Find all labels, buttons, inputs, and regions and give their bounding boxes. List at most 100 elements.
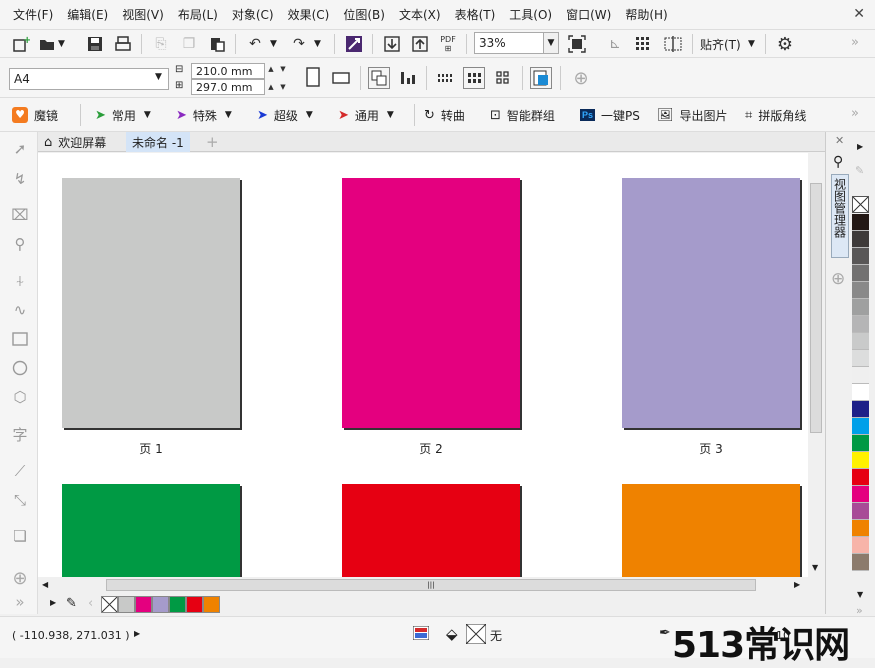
scroll-left-arrow[interactable]: ◀ [42, 580, 48, 589]
super-button[interactable]: ➤ 超级 ▼ [257, 98, 313, 132]
color-swatch[interactable] [852, 248, 869, 265]
page-thumbnail[interactable] [342, 484, 520, 577]
paste-icon[interactable] [206, 33, 228, 55]
page-thumbnail[interactable] [62, 178, 240, 428]
menu-effects[interactable]: 效果(C) [281, 0, 337, 30]
nudge-icon[interactable] [463, 67, 485, 89]
chevron-down-icon[interactable]: ▼ [748, 39, 755, 49]
chevron-double-down-icon[interactable]: » [9, 591, 31, 613]
general-button[interactable]: ➤ 通用 ▼ [338, 98, 394, 132]
chevron-down-icon[interactable]: ▼ [306, 110, 313, 120]
undo-icon[interactable]: ↶ [244, 33, 266, 55]
chevron-down-icon[interactable]: ▼ [314, 39, 321, 49]
palette-menu-arrow[interactable]: ▶ [50, 598, 56, 607]
import-icon[interactable] [381, 33, 403, 55]
color-swatch[interactable] [852, 350, 869, 367]
landscape-icon[interactable] [331, 67, 353, 89]
status-menu-arrow[interactable]: ▶ [134, 629, 140, 638]
pick-tool-icon[interactable]: ➚ [9, 138, 31, 160]
snap-to-dropdown[interactable]: 贴齐(T) [700, 36, 741, 53]
chevron-down-icon[interactable]: ▼ [155, 72, 162, 82]
new-document-icon[interactable]: + [10, 33, 32, 55]
color-swatch[interactable] [852, 537, 869, 554]
color-swatch[interactable] [852, 367, 869, 384]
horizontal-scroll-thumb[interactable]: ||| [106, 579, 756, 591]
duplicate-distance-icon[interactable] [492, 67, 514, 89]
text-tool-icon[interactable]: 字 [9, 423, 31, 445]
imposition-corner-button[interactable]: ⌗ 拼版角线 [745, 98, 806, 132]
export-icon[interactable] [409, 33, 431, 55]
pen-nib-icon[interactable]: ✒ [659, 625, 671, 641]
search-content-icon[interactable] [343, 33, 365, 55]
color-swatch[interactable] [118, 596, 135, 613]
add-icon[interactable]: ⊕ [570, 67, 592, 89]
color-swatch[interactable] [852, 316, 869, 333]
color-profile-icon[interactable] [412, 625, 430, 643]
zoom-level-field[interactable]: 33% [474, 32, 546, 54]
fill-bucket-icon[interactable]: ⬙ [446, 625, 458, 643]
color-swatch[interactable] [852, 333, 869, 350]
portrait-icon[interactable] [302, 67, 324, 89]
chevron-double-right-icon[interactable]: » [851, 35, 859, 50]
menu-table[interactable]: 表格(T) [448, 0, 503, 30]
horizontal-scrollbar[interactable]: ◀ ||| ▶ [38, 577, 808, 594]
copy-icon[interactable]: ❐ [178, 33, 200, 55]
print-icon[interactable] [112, 33, 134, 55]
special-button[interactable]: ➤ 特殊 ▼ [176, 98, 232, 132]
parallel-dimension-tool-icon[interactable]: ⟋ [9, 460, 31, 482]
common-button[interactable]: ➤ 常用 ▼ [95, 98, 151, 132]
freehand-tool-icon[interactable]: ⍭ [9, 270, 31, 292]
page-height-field[interactable]: 297.0 mm [191, 79, 265, 95]
color-swatch[interactable] [852, 554, 869, 571]
page-thumbnail[interactable] [622, 484, 800, 577]
chevron-down-icon[interactable]: ▼ [270, 39, 277, 49]
color-swatch[interactable] [852, 384, 869, 401]
color-swatch[interactable] [852, 520, 869, 537]
width-spin-down[interactable]: ▼ [277, 64, 289, 74]
add-tool-icon[interactable]: ⊕ [9, 567, 31, 589]
menu-object[interactable]: 对象(C) [225, 0, 281, 30]
chevron-double-right-icon[interactable]: » [851, 106, 859, 121]
color-swatch[interactable] [852, 299, 869, 316]
ellipse-tool-icon[interactable] [9, 357, 31, 379]
publish-pdf-icon[interactable]: PDF ⊞ [437, 33, 459, 55]
page-thumbnail[interactable] [342, 178, 520, 428]
no-color-swatch[interactable] [101, 596, 118, 613]
menu-text[interactable]: 文本(X) [392, 0, 448, 30]
color-swatch[interactable] [852, 418, 869, 435]
no-fill-swatch[interactable] [465, 623, 487, 647]
new-tab-icon[interactable]: + [200, 132, 225, 152]
full-screen-icon[interactable] [566, 33, 588, 55]
menu-view[interactable]: 视图(V) [115, 0, 171, 30]
color-swatch[interactable] [852, 282, 869, 299]
menu-layout[interactable]: 布局(L) [171, 0, 225, 30]
zoom-dropdown-arrow[interactable]: ▼ [543, 32, 559, 54]
units-icon[interactable] [434, 67, 456, 89]
close-icon[interactable]: ✕ [835, 134, 844, 147]
tab-document[interactable]: 未命名 -1 [126, 132, 190, 152]
all-pages-icon[interactable] [368, 67, 390, 89]
open-folder-icon[interactable] [36, 33, 58, 55]
color-swatch[interactable] [852, 214, 869, 231]
tab-welcome-screen[interactable]: ⌂ 欢迎屏幕 [38, 132, 112, 152]
page-width-field[interactable]: 210.0 mm [191, 63, 265, 79]
rulers-icon[interactable]: ⊾ [604, 33, 626, 55]
eyedropper-icon[interactable]: ✎ [855, 164, 864, 177]
color-swatch[interactable] [852, 452, 869, 469]
shape-tool-icon[interactable]: ↯ [9, 168, 31, 190]
palette-up-arrow[interactable]: ▶ [857, 142, 863, 151]
menu-window[interactable]: 窗口(W) [559, 0, 618, 30]
menu-file[interactable]: 文件(F) [6, 0, 60, 30]
save-icon[interactable] [84, 33, 106, 55]
smart-group-button[interactable]: ⊡ 智能群组 [490, 98, 555, 132]
color-swatch[interactable] [186, 596, 203, 613]
scroll-down-arrow[interactable]: ▼ [812, 563, 818, 572]
chevron-down-icon[interactable]: ▼ [225, 110, 232, 120]
page-thumbnail[interactable] [622, 178, 800, 428]
chevron-down-icon[interactable]: ▼ [58, 39, 65, 49]
page-options-icon[interactable] [530, 67, 552, 89]
view-manager-tab[interactable]: 视图管理器 [831, 174, 849, 258]
menu-tools[interactable]: 工具(O) [502, 0, 559, 30]
artistic-media-tool-icon[interactable]: ∿ [9, 299, 31, 321]
redo-icon[interactable]: ↷ [288, 33, 310, 55]
